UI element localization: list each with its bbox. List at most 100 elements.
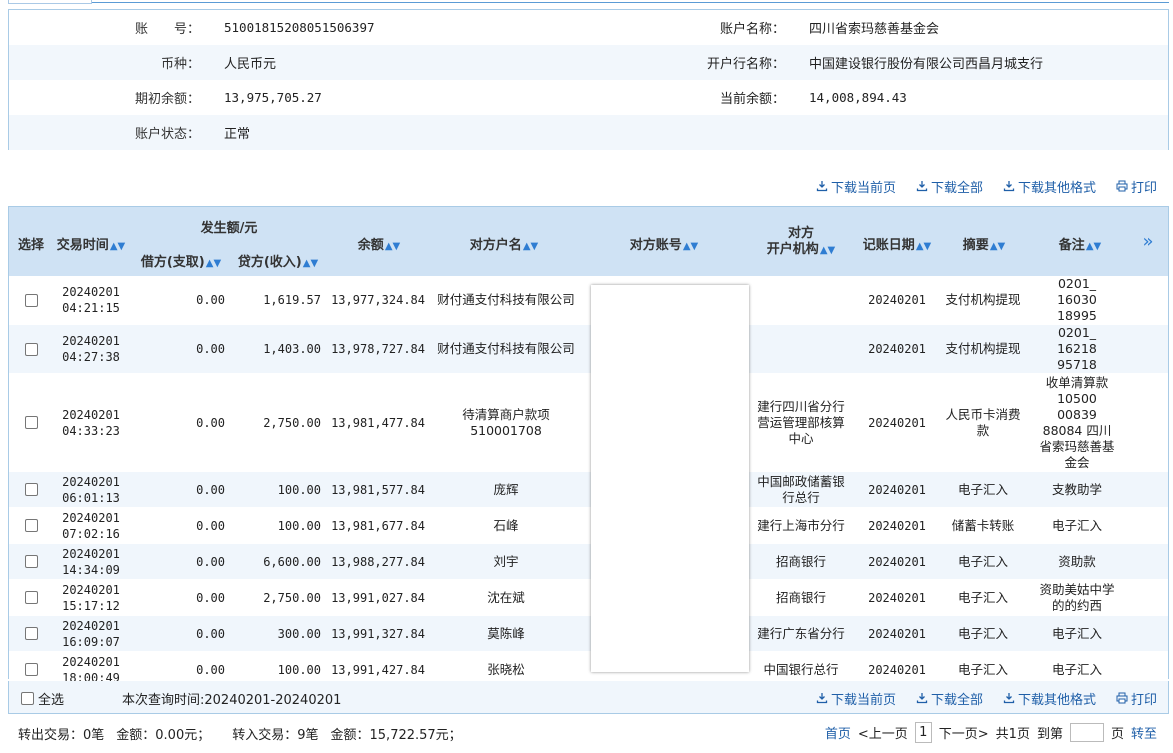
cell-cp-name: 沈在斌 <box>487 589 525 605</box>
table-row[interactable]: 20240201 06:01:13 0.00 100.00 13,981,577.84 庞… <box>9 472 1168 508</box>
prev-page-link[interactable]: <上一页 <box>858 723 908 742</box>
select-all-checkbox[interactable] <box>21 692 34 705</box>
cell-select <box>17 276 45 324</box>
table-row[interactable]: 20240201 16:09:07 0.00 300.00 13,991,327.84 莫… <box>9 616 1168 652</box>
col-balance[interactable]: 余额▲▼ <box>339 234 419 253</box>
sort-icon[interactable]: ▲▼ <box>110 241 125 252</box>
in-tx-count: 转入交易：9笔 <box>232 728 319 743</box>
first-page-link[interactable]: 首页 <box>825 723 851 742</box>
cell-post-date: 20240201 <box>868 554 926 569</box>
cell-select <box>17 325 45 373</box>
row-checkbox[interactable] <box>24 627 38 640</box>
cell-select <box>17 616 45 651</box>
cell-post-date: 20240201 <box>868 293 926 307</box>
col-debit[interactable]: 借方(支取)▲▼ <box>137 251 225 270</box>
download-other-label: 下载其他格式 <box>1017 180 1096 196</box>
cell-time: 20240201 07:02:16 <box>49 508 133 543</box>
download-all-link[interactable]: 下载全部 <box>916 177 983 196</box>
cell-time: 20240201 16:09:07 <box>49 616 133 651</box>
current-balance-value: 14,008,894.43 <box>809 90 907 105</box>
table-row[interactable]: 20240201 15:17:12 0.00 2,750.00 13,991,027.8… <box>9 580 1168 616</box>
table-row[interactable]: 20240201 14:34:09 0.00 6,600.00 13,988,277.8… <box>9 544 1168 580</box>
download-all-link[interactable]: 下载全部 <box>916 689 983 708</box>
cell-remark: 0201_ 16218 95718 <box>1057 325 1097 372</box>
sort-icon[interactable]: ▲▼ <box>385 241 400 252</box>
col-cp-account[interactable]: 对方账号▲▼ <box>609 234 719 253</box>
next-page-link[interactable]: 下一页> <box>939 723 989 742</box>
cell-remark: 收单清算款 10500 00839 88084 四川省索玛慈善基金会 <box>1039 374 1115 470</box>
jump-link[interactable]: 转至 <box>1131 723 1157 742</box>
col-select: 选择 <box>17 238 44 253</box>
row-checkbox[interactable] <box>24 293 38 307</box>
row-checkbox[interactable] <box>24 591 38 604</box>
print-link[interactable]: 打印 <box>1116 689 1157 708</box>
in-tx-amount: 金额：15,722.57元； <box>330 728 462 743</box>
download-page-label: 下载当前页 <box>830 692 896 708</box>
account-number-label: 账 号： <box>134 22 200 37</box>
table-row[interactable]: 20240201 04:27:38 0.00 1,403.00 13,978,727.8… <box>9 325 1168 374</box>
col-cp-bank[interactable]: 对方 开户机构▲▼ <box>753 226 849 259</box>
cell-credit: 100.00 <box>277 482 321 497</box>
cell-time-clock: 04:21:15 <box>62 301 120 315</box>
row-checkbox[interactable] <box>24 663 38 676</box>
row-checkbox[interactable] <box>24 483 38 496</box>
sort-icon[interactable]: ▲▼ <box>1086 241 1101 252</box>
col-time[interactable]: 交易时间▲▼ <box>55 234 127 253</box>
cell-time-date: 20240201 <box>62 285 120 299</box>
cell-cp-name: 庞辉 <box>493 481 519 497</box>
table-row[interactable]: 20240201 04:33:23 0.00 2,750.00 13,981,477.8… <box>9 374 1168 472</box>
cell-summary: 储蓄卡转账 <box>951 517 1015 533</box>
cell-post-date: 20240201 <box>868 518 926 533</box>
account-info-panel: 账 号： 51001815208051506397 账户名称： 四川省索玛慈善基… <box>8 9 1169 150</box>
cell-cp-bank: 建行上海市分行 <box>757 517 845 533</box>
col-post-date[interactable]: 记账日期▲▼ <box>857 234 937 253</box>
download-page-link[interactable]: 下载当前页 <box>816 177 896 196</box>
goto-label: 到第 <box>1036 727 1063 742</box>
select-all-label: 全选 <box>38 693 65 708</box>
row-checkbox[interactable] <box>24 555 38 568</box>
cell-cp-bank: 建行广东省分行 <box>757 625 845 641</box>
row-checkbox[interactable] <box>24 519 38 532</box>
col-remark[interactable]: 备注▲▼ <box>1045 234 1115 253</box>
sort-icon[interactable]: ▲▼ <box>990 241 1005 252</box>
cell-balance: 13,991,327.84 <box>331 626 425 641</box>
goto-page-input[interactable] <box>1069 723 1104 742</box>
download-other-link[interactable]: 下载其他格式 <box>1003 177 1096 196</box>
current-balance-label: 当前余额： <box>719 92 785 107</box>
cell-balance: 13,978,727.84 <box>331 342 425 356</box>
cell-post-date: 20240201 <box>868 415 926 430</box>
cell-select <box>17 472 45 507</box>
sort-icon[interactable]: ▲▼ <box>683 241 698 252</box>
current-page: 1 <box>914 722 932 743</box>
sort-icon[interactable]: ▲▼ <box>303 258 318 269</box>
download-other-label: 下载其他格式 <box>1017 692 1096 708</box>
sort-icon[interactable]: ▲▼ <box>820 245 835 256</box>
row-checkbox[interactable] <box>24 416 38 429</box>
top-toolbar: 下载当前页 下载全部 下载其他格式 打印 <box>816 177 1157 196</box>
download-other-link[interactable]: 下载其他格式 <box>1003 689 1096 708</box>
print-icon <box>1116 180 1128 192</box>
col-time-label: 交易时间 <box>56 238 109 253</box>
cell-balance: 13,988,277.84 <box>331 554 425 569</box>
col-summary[interactable]: 摘要▲▼ <box>949 234 1019 253</box>
cell-select <box>17 544 45 579</box>
table-body: 20240201 04:21:15 0.00 1,619.57 13,977,324.8… <box>9 276 1168 688</box>
table-row[interactable]: 20240201 07:02:16 0.00 100.00 13,981,677.84 石… <box>9 508 1168 544</box>
cell-balance: 13,981,577.84 <box>331 482 425 497</box>
sort-icon[interactable]: ▲▼ <box>916 241 931 252</box>
tab-active[interactable] <box>8 0 92 4</box>
row-checkbox[interactable] <box>24 342 38 356</box>
sort-icon[interactable]: ▲▼ <box>523 241 538 252</box>
total-pages: 共1页 <box>995 727 1030 742</box>
col-cp-name[interactable]: 对方户名▲▼ <box>449 234 559 253</box>
expand-columns-icon[interactable]: » <box>1135 231 1161 252</box>
download-page-link[interactable]: 下载当前页 <box>816 689 896 708</box>
print-link[interactable]: 打印 <box>1116 177 1157 196</box>
cell-summary: 电子汇入 <box>957 553 1008 569</box>
cell-credit: 100.00 <box>277 518 321 533</box>
cell-debit: 0.00 <box>196 554 225 569</box>
col-credit[interactable]: 贷方(收入)▲▼ <box>233 251 323 270</box>
table-row[interactable]: 20240201 04:21:15 0.00 1,619.57 13,977,324.8… <box>9 276 1168 325</box>
select-all[interactable]: 全选 <box>21 689 64 708</box>
sort-icon[interactable]: ▲▼ <box>206 258 221 269</box>
